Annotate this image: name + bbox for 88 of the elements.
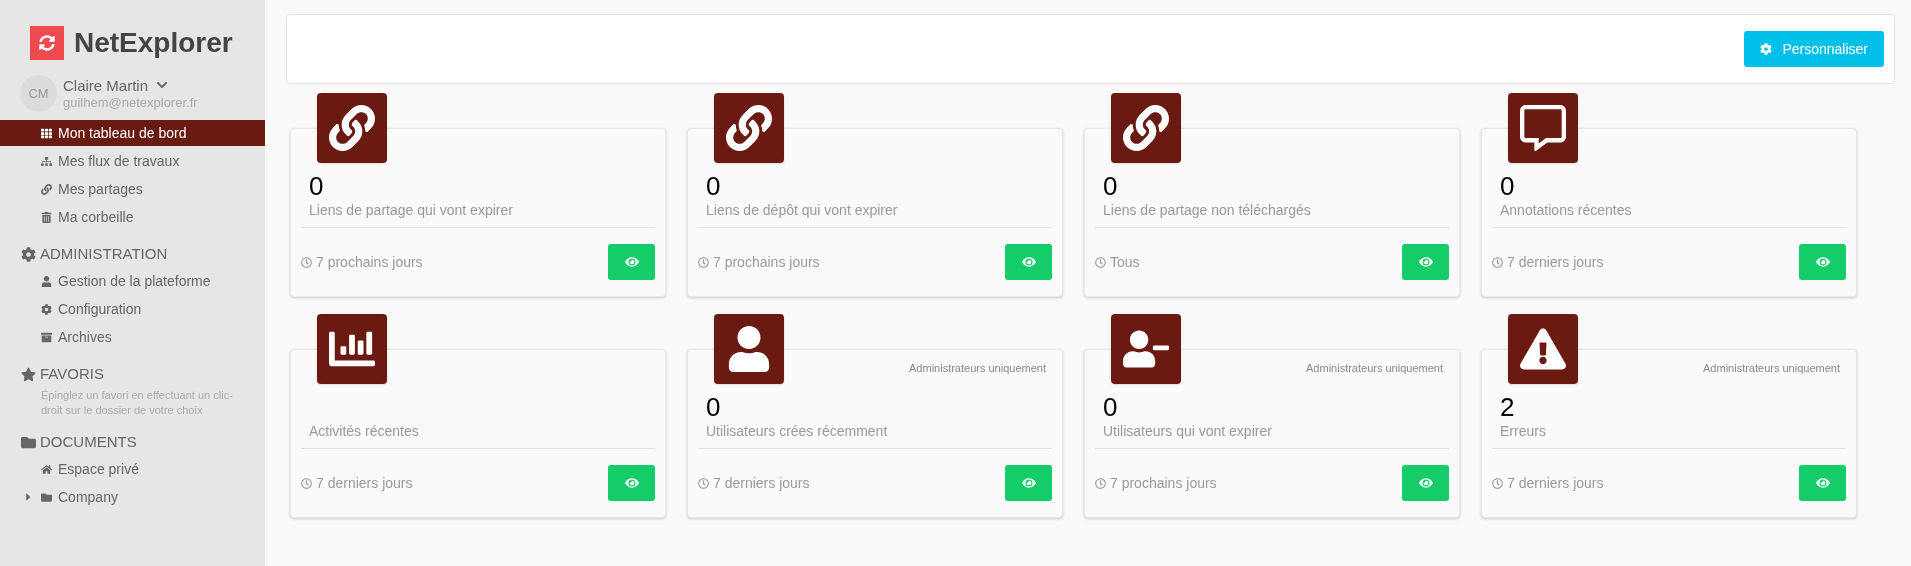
count-value: 0 <box>1103 393 1119 421</box>
eye-icon <box>1418 255 1433 269</box>
view-button[interactable] <box>1005 465 1052 501</box>
sitemap-icon <box>41 155 52 167</box>
period-label: Tous <box>1095 251 1140 273</box>
folder-icon <box>41 491 52 503</box>
card-label: Activités récentes <box>309 422 420 441</box>
sidebar-item[interactable]: Configuration <box>0 296 265 322</box>
view-button[interactable] <box>1799 465 1846 501</box>
avatar: CM <box>20 75 57 112</box>
sidebar-item[interactable]: Gestion de la plateforme <box>0 268 265 294</box>
clock-icon <box>1492 477 1503 489</box>
count-value: 0 <box>1500 172 1516 200</box>
star-icon <box>21 366 36 382</box>
card-label: Liens de partage qui vont expirer <box>309 201 514 220</box>
period-label: 7 derniers jours <box>1492 472 1604 494</box>
admin-note: Administrateurs uniquement <box>1703 361 1840 376</box>
count-value: 0 <box>309 172 325 200</box>
view-button[interactable] <box>1005 244 1052 280</box>
clock-icon <box>301 477 312 489</box>
archive-icon <box>41 331 52 343</box>
eye-icon <box>1021 255 1036 269</box>
sidebar-item[interactable]: Mes flux de travaux <box>0 148 265 174</box>
folder-icon <box>21 434 36 450</box>
count-value: 2 <box>1500 393 1516 421</box>
eye-icon <box>624 476 639 490</box>
gear-icon <box>1760 43 1773 55</box>
comment-icon <box>1520 105 1566 151</box>
card-label: Annotations récentes <box>1500 201 1633 220</box>
card-label: Utilisateurs crées récemment <box>706 422 889 441</box>
card-label: Liens de dépôt qui vont expirer <box>706 201 899 220</box>
caret-icon[interactable] <box>24 491 33 503</box>
admin-note: Administrateurs uniquement <box>1306 361 1443 376</box>
period-label: 7 prochains jours <box>301 251 423 273</box>
trash-icon <box>41 211 52 223</box>
clock-icon <box>698 477 709 489</box>
sidebar-item[interactable]: Ma corbeille <box>0 204 265 230</box>
eye-icon <box>624 255 639 269</box>
sidebar-item[interactable]: Mon tableau de bord <box>0 120 265 146</box>
clock-icon <box>1492 256 1503 268</box>
view-button[interactable] <box>608 465 655 501</box>
grid-icon <box>41 127 52 139</box>
clock-icon <box>698 256 709 268</box>
link-icon <box>1123 105 1169 151</box>
count-value: 0 <box>706 172 722 200</box>
link-icon <box>329 105 375 151</box>
gear-icon <box>21 246 36 262</box>
count-value: 0 <box>1103 172 1119 200</box>
sidebar-item[interactable]: Mes partages <box>0 176 265 202</box>
user-icon <box>41 275 52 287</box>
view-button[interactable] <box>1402 465 1449 501</box>
sidebar-item[interactable]: Espace privé <box>0 456 265 482</box>
admin-note: Administrateurs uniquement <box>909 361 1046 376</box>
clock-icon <box>301 256 312 268</box>
section-title: ADMINISTRATION <box>40 243 168 264</box>
link-icon <box>41 183 52 195</box>
section-title: FAVORIS <box>40 363 104 384</box>
eye-icon <box>1021 476 1036 490</box>
gear-icon <box>41 303 52 315</box>
period-label: 7 prochains jours <box>1095 472 1217 494</box>
period-label: 7 derniers jours <box>698 472 810 494</box>
view-button[interactable] <box>1799 244 1846 280</box>
eye-icon <box>1815 255 1830 269</box>
count-value: 0 <box>706 393 722 421</box>
view-button[interactable] <box>1402 244 1449 280</box>
card-label: Erreurs <box>1500 422 1547 441</box>
clock-icon <box>1095 256 1106 268</box>
sidebar-item[interactable]: Company <box>0 484 265 510</box>
card-label: Liens de partage non téléchargés <box>1103 201 1312 220</box>
chevron-down-icon[interactable] <box>156 79 169 91</box>
link-icon <box>726 105 772 151</box>
period-label: 7 prochains jours <box>698 251 820 273</box>
period-label: 7 derniers jours <box>301 472 413 494</box>
user-icon <box>726 326 772 372</box>
home-icon <box>41 463 52 475</box>
eye-icon <box>1418 476 1433 490</box>
section-title: DOCUMENTS <box>40 431 137 452</box>
sidebar-item[interactable]: Archives <box>0 324 265 350</box>
clock-icon <box>1095 477 1106 489</box>
user-email: guilhem@netexplorer.fr <box>63 93 198 111</box>
card-label: Utilisateurs qui vont expirer <box>1103 422 1273 441</box>
view-button[interactable] <box>608 244 655 280</box>
warning-icon <box>1520 326 1566 372</box>
eye-icon <box>1815 476 1830 490</box>
user-name: Claire Martin <box>63 76 149 94</box>
logo-icon <box>30 25 64 60</box>
brand-name: NetExplorer <box>74 25 233 60</box>
period-label: 7 derniers jours <box>1492 251 1604 273</box>
